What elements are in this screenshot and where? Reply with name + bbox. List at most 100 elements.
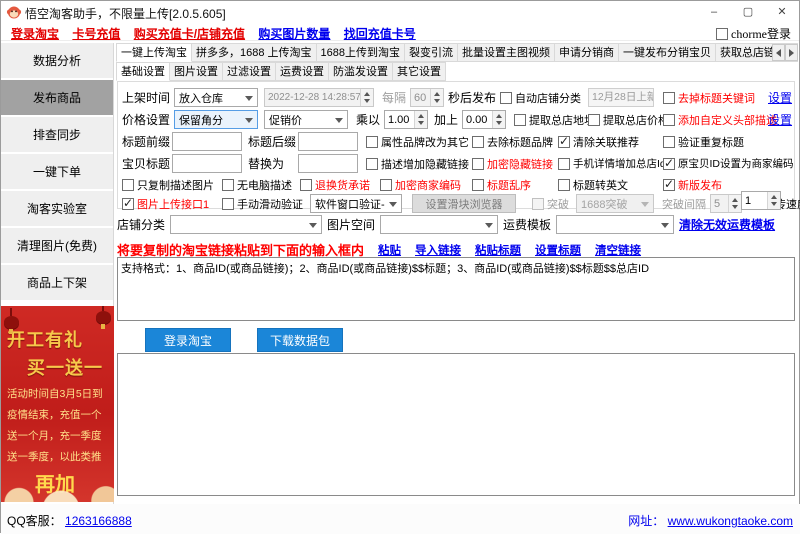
spinner-arrows-icon[interactable] bbox=[728, 195, 741, 212]
checkbox-desc-hidden-link[interactable]: 描述增加隐藏链接 bbox=[366, 154, 469, 173]
checkbox-attr-brand-other[interactable]: 属性品牌改为其它 bbox=[366, 132, 469, 151]
custom-header-settings-link[interactable]: 设置 bbox=[768, 110, 792, 129]
checkbox-extract-store-price[interactable]: 提取总店价格 bbox=[588, 110, 669, 129]
tab-scroll-left-icon[interactable] bbox=[772, 44, 785, 61]
checkbox-remove-title-brand[interactable]: 去除标题品牌 bbox=[472, 132, 553, 151]
links-input-area[interactable]: 支持格式：1、商品ID(或商品链接)；2、商品ID(或商品链接)$$标题；3、商… bbox=[117, 257, 795, 321]
tab-batch-main-video[interactable]: 批量设置主图视频 bbox=[458, 43, 555, 62]
subtab-basic-settings[interactable]: 基础设置 bbox=[116, 62, 170, 81]
promo-line: 活动时间自3月5日到 bbox=[7, 386, 114, 401]
subtab-image-settings[interactable]: 图片设置 bbox=[170, 62, 223, 81]
tab-apply-distributor[interactable]: 申请分销商 bbox=[555, 43, 619, 62]
checkbox-clear-related[interactable]: 清除关联推荐 bbox=[558, 132, 639, 151]
breakthrough-gap-spinner[interactable]: 5 bbox=[710, 194, 742, 213]
sidebar-item-check-sync[interactable]: 排查同步 bbox=[1, 117, 113, 154]
checkbox-origin-id-as-code[interactable]: 原宝贝ID设置为商家编码 bbox=[663, 154, 794, 173]
new-title-field[interactable]: 12月28日上新 bbox=[588, 88, 654, 107]
remove-keywords-settings-link[interactable]: 设置 bbox=[768, 88, 792, 107]
price-keep-select[interactable]: 保留角分 bbox=[174, 110, 258, 129]
checkbox-encrypt-hidden-link[interactable]: 加密隐藏链接 bbox=[472, 154, 553, 173]
shop-category-select[interactable] bbox=[170, 215, 322, 234]
checkbox-title-to-english[interactable]: 标题转英文 bbox=[558, 175, 628, 194]
subtab-other-settings[interactable]: 其它设置 bbox=[393, 62, 446, 81]
log-output-area[interactable] bbox=[117, 353, 795, 496]
upload-speed-spinner[interactable]: 1 bbox=[741, 191, 781, 210]
price-type-select[interactable]: 促销价 bbox=[264, 110, 348, 129]
paste-link[interactable]: 粘贴 bbox=[378, 242, 401, 258]
tab-publish-distribution[interactable]: 一键发布分销宝贝 bbox=[619, 43, 716, 62]
lantern-icon bbox=[4, 316, 19, 329]
checkbox-breakthrough[interactable]: 突破 bbox=[532, 194, 569, 213]
subtab-filter-settings[interactable]: 过滤设置 bbox=[223, 62, 276, 81]
sidebar-item-clean-images[interactable]: 清理图片(免费) bbox=[1, 228, 113, 265]
clear-invalid-freight-link[interactable]: 清除无效运费模板 bbox=[679, 216, 775, 233]
checkbox-new-publish[interactable]: 新版发布 bbox=[663, 175, 722, 194]
app-window: { "window": { "title": "悟空淘客助手，不限量上传[2.0… bbox=[0, 0, 800, 533]
download-pack-button[interactable]: 下载数据包 bbox=[257, 328, 343, 352]
checkbox-image-upload-api[interactable]: 图片上传接口1 bbox=[122, 194, 209, 213]
clear-links-link[interactable]: 清空链接 bbox=[595, 242, 641, 258]
sidebar-item-data-analysis[interactable]: 数据分析 bbox=[1, 43, 113, 80]
checkbox-encrypt-merchant-code[interactable]: 加密商家编码 bbox=[380, 175, 461, 194]
subtab-freight-settings[interactable]: 运费设置 bbox=[276, 62, 329, 81]
sidebar-item-publish-goods[interactable]: 发布商品 bbox=[1, 80, 113, 117]
nav-card-recharge[interactable]: 卡号充值 bbox=[72, 25, 120, 42]
sidebar-item-taoke-lab[interactable]: 淘客实验室 bbox=[1, 191, 113, 228]
checkbox-no-pc-desc[interactable]: 无电脑描述 bbox=[222, 175, 292, 194]
subtab-antispam-settings[interactable]: 防滥发设置 bbox=[329, 62, 393, 81]
title-prefix-input[interactable] bbox=[172, 132, 242, 151]
checkbox-title-shuffle[interactable]: 标题乱序 bbox=[472, 175, 531, 194]
checkbox-manual-slide-verify[interactable]: 手动滑动验证 bbox=[222, 194, 303, 213]
spinner-arrows-icon[interactable] bbox=[414, 111, 427, 128]
title-suffix-input[interactable] bbox=[298, 132, 358, 151]
spinner-arrows-icon[interactable] bbox=[360, 89, 373, 106]
tab-fission-traffic[interactable]: 裂变引流 bbox=[405, 43, 458, 62]
site-url-link[interactable]: www.wukongtaoke.com bbox=[668, 514, 793, 528]
tab-one-click-upload-taobao[interactable]: 一键上传淘宝 bbox=[116, 43, 192, 62]
minimize-button[interactable]: – bbox=[697, 1, 731, 23]
tab-scroll-right-icon[interactable] bbox=[785, 44, 798, 61]
sidebar-item-one-click-order[interactable]: 一键下单 bbox=[1, 154, 113, 191]
spinner-arrows-icon[interactable] bbox=[430, 89, 443, 106]
item-title-input[interactable] bbox=[172, 154, 242, 173]
maximize-button[interactable]: ▢ bbox=[731, 1, 765, 23]
multiply-spinner[interactable]: 1.00 bbox=[384, 110, 428, 129]
checkbox-box bbox=[558, 179, 570, 191]
checkbox-custom-header-desc[interactable]: 添加自定义头部描述 bbox=[663, 110, 777, 129]
spinner-arrows-icon[interactable] bbox=[492, 111, 505, 128]
nav-login-taobao[interactable]: 登录淘宝 bbox=[11, 25, 59, 42]
verify-mode-select[interactable]: 软件窗口验证- bbox=[310, 194, 402, 213]
checkbox-copy-desc-images-only[interactable]: 只复制描述图片 bbox=[122, 175, 214, 194]
import-links-link[interactable]: 导入链接 bbox=[415, 242, 461, 258]
checkbox-remove-title-keywords[interactable]: 去掉标题关键词 bbox=[663, 88, 755, 107]
nav-buy-card[interactable]: 购买充值卡/店铺充值 bbox=[134, 25, 245, 42]
checkbox-chrome-login[interactable]: chorme登录 bbox=[716, 25, 791, 42]
checkbox-return-promise[interactable]: 退换货承诺 bbox=[300, 175, 370, 194]
tab-pdd-1688-upload[interactable]: 拼多多，1688 上传淘宝 bbox=[192, 43, 317, 62]
freight-template-select[interactable] bbox=[556, 215, 674, 234]
breakthrough-mode-select[interactable]: 1688突破 bbox=[576, 194, 654, 213]
top-link-bar: 登录淘宝 卡号充值 购买充值卡/店铺充值 购买图片数量 找回充值卡号 chorm… bbox=[1, 23, 799, 41]
paste-title-link[interactable]: 粘贴标题 bbox=[475, 242, 521, 258]
checkbox-label: 提取总店价格 bbox=[603, 112, 669, 128]
replace-with-input[interactable] bbox=[298, 154, 358, 173]
login-taobao-button[interactable]: 登录淘宝 bbox=[145, 328, 231, 352]
checkbox-verify-duplicate-title[interactable]: 验证重复标题 bbox=[663, 132, 744, 151]
interval-spinner[interactable]: 60 bbox=[410, 88, 444, 107]
slider-browser-button[interactable]: 设置滑块浏览器 bbox=[412, 194, 516, 213]
checkbox-extract-store-address[interactable]: 提取总店地址 bbox=[514, 110, 595, 129]
nav-buy-image-quota[interactable]: 购买图片数量 bbox=[258, 25, 330, 42]
tab-1688-to-taobao[interactable]: 1688上传到淘宝 bbox=[317, 43, 405, 62]
nav-recover-card[interactable]: 找回充值卡号 bbox=[344, 25, 416, 42]
spinner-arrows-icon[interactable] bbox=[767, 192, 780, 209]
set-title-link[interactable]: 设置标题 bbox=[535, 242, 581, 258]
checkbox-mobile-detail-store-id[interactable]: 手机详情增加总店Id bbox=[558, 154, 666, 173]
qq-number-link[interactable]: 1263166888 bbox=[65, 514, 132, 528]
shelf-mode-select[interactable]: 放入仓库 bbox=[174, 88, 258, 107]
close-button[interactable]: ✕ bbox=[765, 1, 799, 23]
image-space-select[interactable] bbox=[380, 215, 498, 234]
datetime-spinner[interactable]: 2022-12-28 14:28:57 bbox=[264, 88, 374, 107]
sidebar-item-shelf-toggle[interactable]: 商品上下架 bbox=[1, 265, 113, 302]
checkbox-auto-shop-category[interactable]: 自动店铺分类 bbox=[500, 88, 581, 107]
plus-spinner[interactable]: 0.00 bbox=[462, 110, 506, 129]
